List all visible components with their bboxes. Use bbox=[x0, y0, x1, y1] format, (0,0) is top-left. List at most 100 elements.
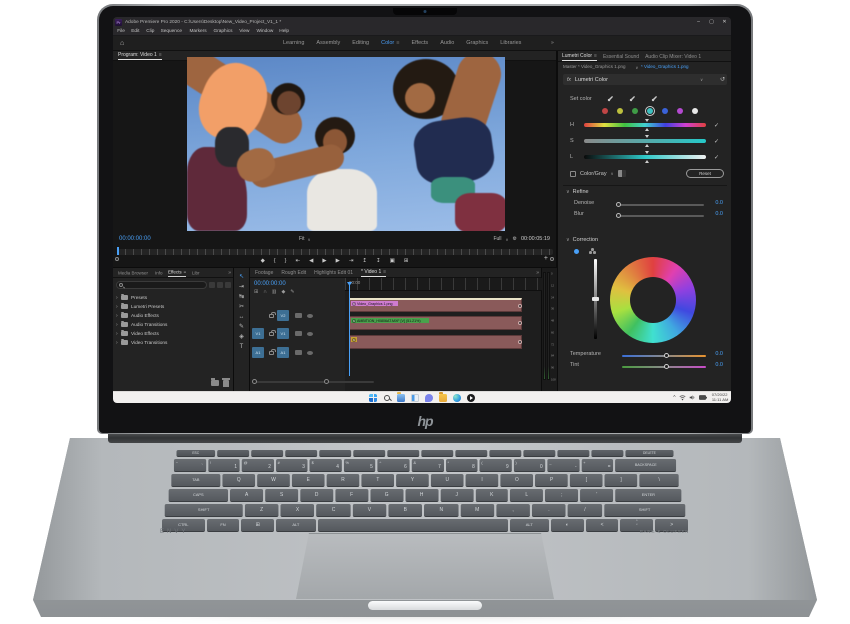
timeline-ruler[interactable]: 00:00 bbox=[345, 278, 542, 291]
zoom-level-dropdown[interactable]: Fit∨ bbox=[299, 236, 311, 242]
timeline-toolbar-icon[interactable]: ◆ bbox=[282, 289, 286, 295]
add-button[interactable]: + bbox=[544, 255, 548, 262]
color-swatch[interactable] bbox=[617, 108, 623, 114]
lock-icon[interactable] bbox=[269, 351, 274, 355]
tool-button[interactable]: ✂ bbox=[239, 304, 244, 310]
taskbar-icon[interactable] bbox=[425, 394, 433, 402]
effects-tree-item[interactable]: › Lumetri Presets bbox=[116, 302, 231, 311]
taskbar-icon[interactable] bbox=[439, 394, 447, 402]
master-clip-dropdown[interactable]: Master * Video_Graphics 1.png bbox=[563, 64, 625, 69]
panel-tab[interactable]: Info bbox=[155, 271, 163, 277]
scrollbar-handle[interactable] bbox=[252, 379, 257, 384]
clip-audio[interactable]: fx bbox=[349, 335, 522, 349]
eye-icon[interactable] bbox=[307, 351, 313, 355]
slider-knob[interactable] bbox=[592, 297, 599, 301]
menu-item[interactable]: Edit bbox=[131, 28, 139, 34]
transport-button[interactable]: ⇤ bbox=[295, 258, 300, 264]
denoise-slider[interactable] bbox=[616, 204, 704, 206]
tint-slider[interactable] bbox=[622, 366, 706, 368]
menu-item[interactable]: Window bbox=[256, 28, 273, 34]
luminance-slider[interactable] bbox=[594, 259, 597, 339]
menu-item[interactable]: Help bbox=[280, 28, 290, 34]
accelerated-effects-filter-icon[interactable] bbox=[209, 282, 215, 288]
transport-button[interactable]: ▶ bbox=[322, 258, 326, 264]
new-bin-icon[interactable] bbox=[211, 380, 219, 386]
tool-button[interactable]: ↔ bbox=[239, 314, 245, 320]
transport-button[interactable]: ↧ bbox=[376, 258, 381, 264]
maximize-button[interactable]: ▢ bbox=[705, 17, 718, 27]
menu-item[interactable]: View bbox=[239, 28, 249, 34]
temperature-value[interactable]: 0.0 bbox=[715, 351, 723, 357]
taskbar-icon[interactable] bbox=[411, 394, 419, 402]
blur-value[interactable]: 0.0 bbox=[715, 211, 723, 217]
sub-clip-link[interactable]: * Video_Graphics 1.png bbox=[641, 64, 688, 69]
effects-tree-item[interactable]: › Audio Effects bbox=[116, 311, 231, 320]
transport-button[interactable]: } bbox=[285, 258, 287, 264]
tint-value[interactable]: 0.0 bbox=[715, 362, 723, 368]
fx-toggle-icon[interactable] bbox=[518, 321, 522, 325]
color-swatch[interactable] bbox=[632, 108, 638, 114]
delete-icon[interactable] bbox=[223, 380, 229, 387]
panel-tab[interactable]: Effects bbox=[168, 270, 186, 277]
timeline-playhead[interactable] bbox=[349, 282, 350, 376]
color-swatch[interactable] bbox=[602, 108, 608, 114]
taskbar-icon[interactable] bbox=[369, 394, 377, 402]
tool-button[interactable]: ↖ bbox=[239, 274, 244, 280]
scrollbar-handle[interactable] bbox=[324, 379, 329, 384]
transport-button[interactable]: ▶ bbox=[336, 258, 340, 264]
effects-search-input[interactable] bbox=[116, 281, 207, 289]
blur-slider[interactable] bbox=[616, 215, 704, 217]
sequence-tab[interactable]: Rough Edit bbox=[281, 270, 306, 277]
menu-item[interactable]: Sequence bbox=[161, 28, 182, 34]
reset-button[interactable]: Reset bbox=[686, 169, 724, 178]
taskbar-icon[interactable] bbox=[453, 394, 461, 402]
effects-tree-item[interactable]: › Audio Transitions bbox=[116, 320, 231, 329]
hue-slider[interactable] bbox=[584, 123, 706, 127]
battery-icon[interactable] bbox=[699, 394, 707, 401]
menu-item[interactable]: Markers bbox=[189, 28, 206, 34]
saturation-slider[interactable] bbox=[584, 139, 706, 143]
tool-button[interactable]: ◈ bbox=[239, 334, 244, 340]
panel-tab[interactable]: Lumetri Color bbox=[562, 53, 597, 61]
panel-tab[interactable]: Audio Clip Mixer: Video 1 bbox=[645, 54, 701, 61]
effect-selector[interactable]: fx Lumetri Color ∨ bbox=[563, 74, 727, 85]
transport-button[interactable]: ↥ bbox=[362, 258, 367, 264]
taskbar-icon[interactable] bbox=[397, 394, 405, 402]
taskbar-icon[interactable] bbox=[467, 394, 475, 402]
workspace-tab[interactable]: Graphics bbox=[466, 40, 488, 46]
timeline-toolbar-icon[interactable]: ∩ bbox=[263, 289, 267, 295]
tool-button[interactable]: T bbox=[240, 344, 244, 350]
transport-button[interactable]: ⇥ bbox=[349, 258, 354, 264]
camera-icon[interactable] bbox=[295, 331, 302, 336]
workspace-tab[interactable]: Assembly bbox=[316, 40, 340, 46]
transport-button[interactable]: ◆ bbox=[261, 258, 265, 264]
color-swatch[interactable] bbox=[647, 108, 653, 114]
timeline-toolbar-icon[interactable]: ✎ bbox=[290, 289, 294, 295]
reset-effect-icon[interactable]: ↺ bbox=[720, 76, 725, 83]
lock-icon[interactable] bbox=[269, 314, 274, 318]
wifi-icon[interactable] bbox=[679, 394, 686, 401]
effects-tree-item[interactable]: › Video Transitions bbox=[116, 338, 231, 347]
color-swatch[interactable] bbox=[662, 108, 668, 114]
tray-clock[interactable]: 07/20/22 11:11 AM bbox=[710, 393, 728, 402]
minimize-button[interactable]: – bbox=[692, 17, 705, 27]
clip-video-graphics[interactable]: fx Video_Graphics 1.png bbox=[349, 298, 522, 312]
color-swatch[interactable] bbox=[692, 108, 698, 114]
transport-button[interactable]: ⊞ bbox=[404, 258, 409, 264]
effects-tree-item[interactable]: › Presets bbox=[116, 293, 231, 302]
denoise-value[interactable]: 0.0 bbox=[715, 200, 723, 206]
tool-button[interactable]: ⇥ bbox=[239, 284, 244, 290]
lock-icon[interactable] bbox=[269, 332, 274, 336]
color-swatch[interactable] bbox=[677, 108, 683, 114]
yuv-effects-filter-icon[interactable] bbox=[225, 282, 231, 288]
workspace-tab[interactable]: Editing bbox=[352, 40, 369, 46]
workspace-tab[interactable]: Libraries bbox=[500, 40, 521, 46]
eyedropper-minus-icon[interactable] bbox=[650, 95, 658, 103]
colorgray-checkbox[interactable] bbox=[570, 171, 576, 177]
panel-tab[interactable]: Libr bbox=[192, 271, 200, 277]
panel-overflow-icon[interactable]: » bbox=[228, 270, 231, 276]
hue-wheel[interactable] bbox=[610, 257, 696, 343]
clip-ambition-footage[interactable]: fx AMBITION_H0806AT.MXF [V] (51.21%) bbox=[349, 316, 522, 330]
sequence-tab[interactable]: * Video 1 bbox=[361, 269, 386, 277]
panel-tab[interactable]: Essential Sound bbox=[603, 54, 639, 61]
